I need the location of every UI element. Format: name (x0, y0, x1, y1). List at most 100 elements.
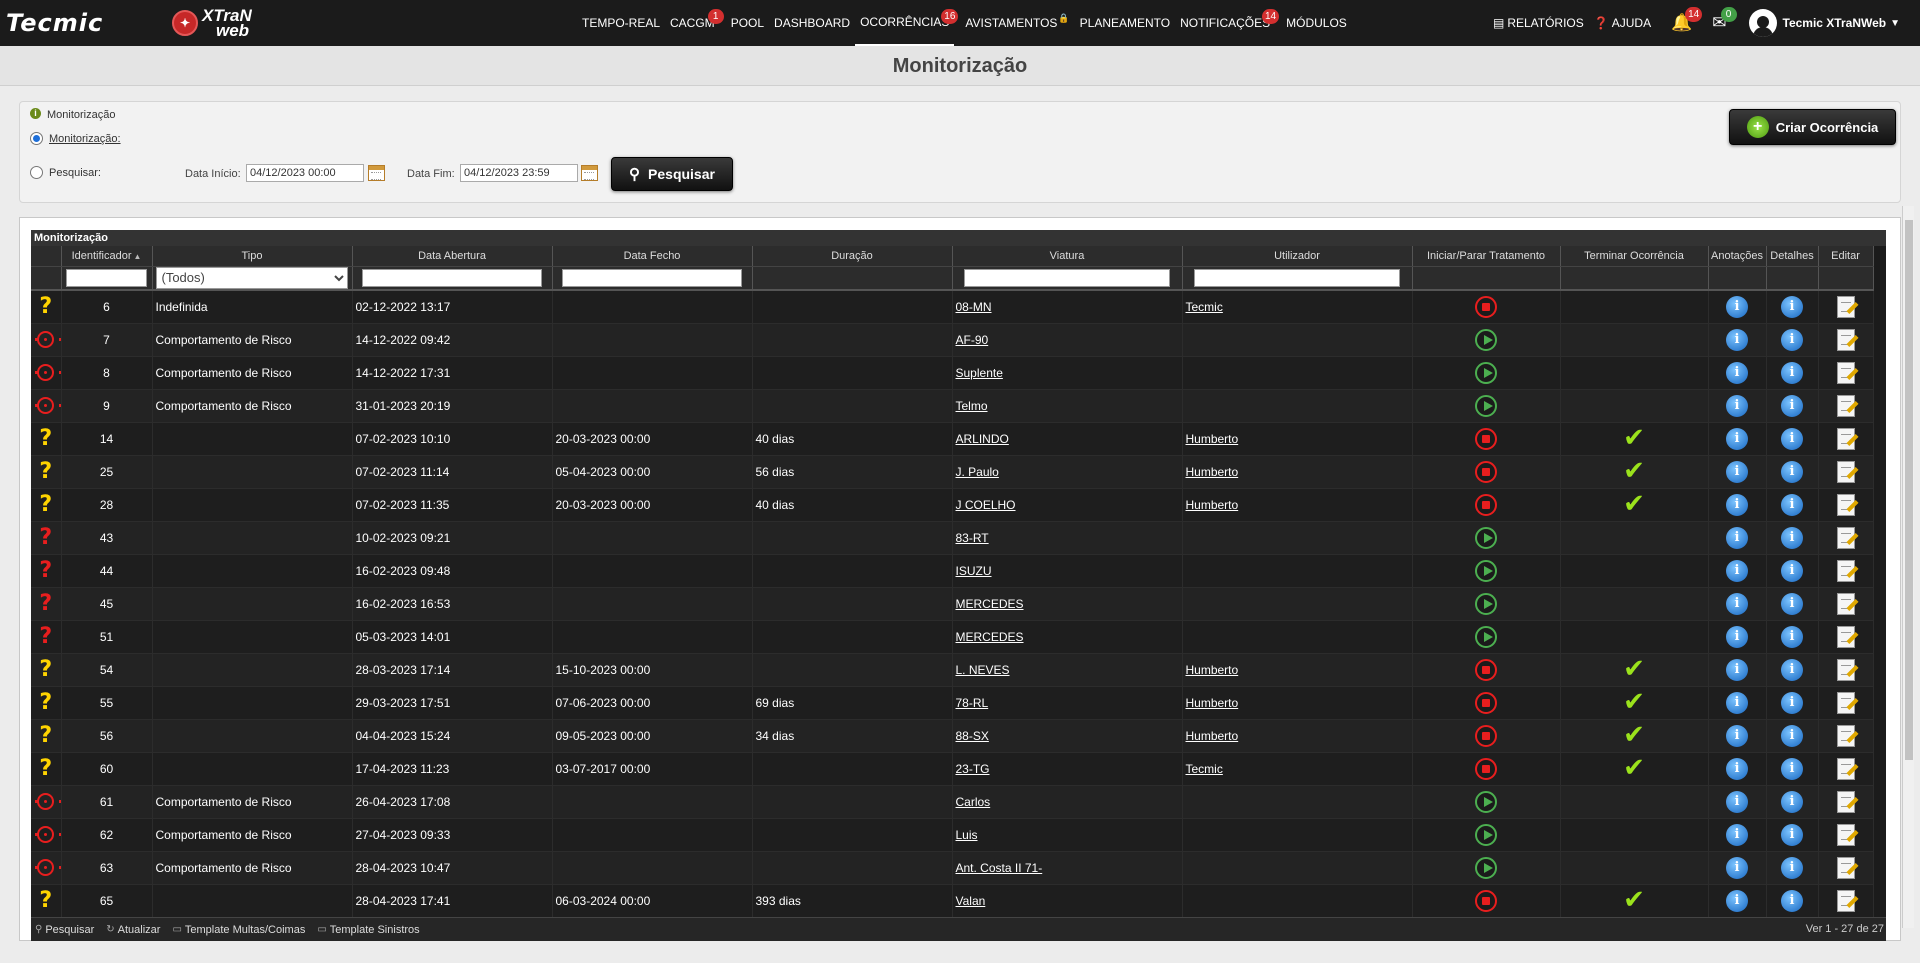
edit-document-icon[interactable] (1836, 361, 1855, 384)
start-date-input[interactable] (246, 164, 364, 182)
finish-checkmark-icon[interactable]: ✔ (1623, 753, 1645, 783)
column-header[interactable]: Viatura (952, 246, 1183, 267)
edit-document-icon[interactable] (1836, 856, 1855, 879)
annotations-info-icon[interactable]: i (1726, 757, 1748, 780)
filter-utilizador[interactable] (1193, 269, 1401, 288)
brand[interactable]: Tecmic ✦ XTraN web (6, 7, 252, 39)
stop-treatment-icon[interactable] (1475, 691, 1497, 714)
table-row[interactable]: 9 Comportamento de Risco 31-01-2023 20:19 T… (31, 389, 1874, 423)
edit-document-icon[interactable] (1836, 394, 1855, 417)
viatura-link[interactable]: Valan (956, 894, 986, 908)
details-info-icon[interactable]: i (1781, 691, 1803, 714)
messages-button[interactable]: ✉ 0 (1712, 7, 1737, 33)
table-row[interactable]: 7 Comportamento de Risco 14-12-2022 09:42 A… (31, 323, 1874, 357)
viatura-link[interactable]: 78-RL (956, 696, 989, 710)
column-header[interactable]: Data Abertura (352, 246, 553, 267)
scrollbar-thumb[interactable] (1905, 220, 1913, 760)
details-info-icon[interactable]: i (1781, 823, 1803, 846)
finish-checkmark-icon[interactable]: ✔ (1623, 489, 1645, 519)
edit-document-icon[interactable] (1836, 724, 1855, 747)
finish-checkmark-icon[interactable]: ✔ (1623, 720, 1645, 750)
annotations-info-icon[interactable]: i (1726, 460, 1748, 483)
notifications-bell[interactable]: 🔔 14 (1671, 7, 1703, 33)
viatura-link[interactable]: L. NEVES (956, 663, 1010, 677)
table-row[interactable]: ? 54 28-03-2023 17:14 15-10-2023 00:00 L. NE… (31, 653, 1874, 687)
radio-search[interactable]: Pesquisar: (30, 166, 101, 179)
finish-checkmark-icon[interactable]: ✔ (1623, 885, 1645, 915)
table-row[interactable]: ? 6 Indefinida 02-12-2022 13:17 08-MN Tecmic i… (31, 290, 1874, 324)
filter-data-abertura[interactable] (362, 269, 542, 288)
utilizador-link[interactable]: Humberto (1186, 465, 1239, 479)
annotations-info-icon[interactable]: i (1726, 493, 1748, 516)
table-row[interactable]: ? 44 16-02-2023 09:48 ISUZU i i (31, 554, 1874, 588)
annotations-info-icon[interactable]: i (1726, 625, 1748, 648)
template-fines-button[interactable]: ▭ Template Multas/Coimas (172, 924, 305, 936)
table-row[interactable]: 61 Comportamento de Risco 26-04-2023 17:08… (31, 785, 1874, 819)
start-treatment-icon[interactable] (1475, 394, 1497, 417)
details-info-icon[interactable]: i (1781, 625, 1803, 648)
edit-document-icon[interactable] (1836, 757, 1855, 780)
stop-treatment-icon[interactable] (1475, 757, 1497, 780)
edit-document-icon[interactable] (1836, 823, 1855, 846)
edit-document-icon[interactable] (1836, 658, 1855, 681)
viatura-link[interactable]: J COELHO (956, 498, 1016, 512)
edit-document-icon[interactable] (1836, 460, 1855, 483)
annotations-info-icon[interactable]: i (1726, 295, 1748, 318)
table-row[interactable]: ? 60 17-04-2023 11:23 03-07-2017 00:00 23-TG… (31, 752, 1874, 786)
start-treatment-icon[interactable] (1475, 856, 1497, 879)
details-info-icon[interactable]: i (1781, 328, 1803, 351)
column-header[interactable]: Detalhes (1766, 246, 1819, 267)
stop-treatment-icon[interactable] (1475, 427, 1497, 450)
table-row[interactable]: ? 28 07-02-2023 11:35 20-03-2023 00:00 40 di… (31, 488, 1874, 522)
viatura-link[interactable]: 83-RT (956, 531, 989, 545)
utilizador-link[interactable]: Tecmic (1186, 762, 1223, 776)
stop-treatment-icon[interactable] (1475, 460, 1497, 483)
filter-data-fecho[interactable] (562, 269, 742, 288)
details-info-icon[interactable]: i (1781, 460, 1803, 483)
annotations-info-icon[interactable]: i (1726, 592, 1748, 615)
stop-treatment-icon[interactable] (1475, 724, 1497, 747)
viatura-link[interactable]: J. Paulo (956, 465, 999, 479)
details-info-icon[interactable]: i (1781, 724, 1803, 747)
start-treatment-icon[interactable] (1475, 526, 1497, 549)
details-info-icon[interactable]: i (1781, 361, 1803, 384)
nav-item-1[interactable]: CACGM 1 (665, 0, 724, 46)
viatura-link[interactable]: 88-SX (956, 729, 989, 743)
radio-monitorization[interactable]: Monitorização: (30, 132, 121, 145)
details-info-icon[interactable]: i (1781, 592, 1803, 615)
edit-document-icon[interactable] (1836, 493, 1855, 516)
utilizador-link[interactable]: Humberto (1186, 498, 1239, 512)
end-date-input[interactable] (460, 164, 578, 182)
stop-treatment-icon[interactable] (1475, 889, 1497, 912)
footer-search-button[interactable]: ⚲ Pesquisar (35, 924, 94, 936)
viatura-link[interactable]: MERCEDES (956, 597, 1024, 611)
stop-treatment-icon[interactable] (1475, 295, 1497, 318)
template-claims-button[interactable]: ▭ Template Sinistros (317, 924, 419, 936)
viatura-link[interactable]: MERCEDES (956, 630, 1024, 644)
details-info-icon[interactable]: i (1781, 526, 1803, 549)
viatura-link[interactable]: 08-MN (956, 300, 992, 314)
filter-tipo[interactable]: (Todos) (156, 266, 348, 289)
edit-document-icon[interactable] (1836, 625, 1855, 648)
edit-document-icon[interactable] (1836, 592, 1855, 615)
viatura-link[interactable]: Telmo (956, 399, 988, 413)
utilizador-link[interactable]: Humberto (1186, 696, 1239, 710)
start-treatment-icon[interactable] (1475, 361, 1497, 384)
annotations-info-icon[interactable]: i (1726, 691, 1748, 714)
column-header[interactable]: Utilizador (1182, 246, 1413, 267)
finish-checkmark-icon[interactable]: ✔ (1623, 687, 1645, 717)
start-treatment-icon[interactable] (1475, 592, 1497, 615)
nav-item-4[interactable]: OCORRÊNCIAS 16 (855, 0, 959, 46)
viatura-link[interactable]: Luis (956, 828, 978, 842)
grid-scrollbar[interactable] (1902, 206, 1914, 928)
edit-document-icon[interactable] (1836, 295, 1855, 318)
table-row[interactable]: ? 43 10-02-2023 09:21 83-RT i i (31, 521, 1874, 555)
edit-document-icon[interactable] (1836, 328, 1855, 351)
annotations-info-icon[interactable]: i (1726, 394, 1748, 417)
nav-item-7[interactable]: NOTIFICAÇÕES 14 (1175, 0, 1280, 46)
column-header[interactable]: Tipo (152, 246, 353, 267)
user-menu[interactable]: Tecmic XTraNWeb ▼ (1748, 9, 1900, 37)
start-treatment-icon[interactable] (1475, 790, 1497, 813)
column-header[interactable]: Data Fecho (552, 246, 753, 267)
annotations-info-icon[interactable]: i (1726, 856, 1748, 879)
